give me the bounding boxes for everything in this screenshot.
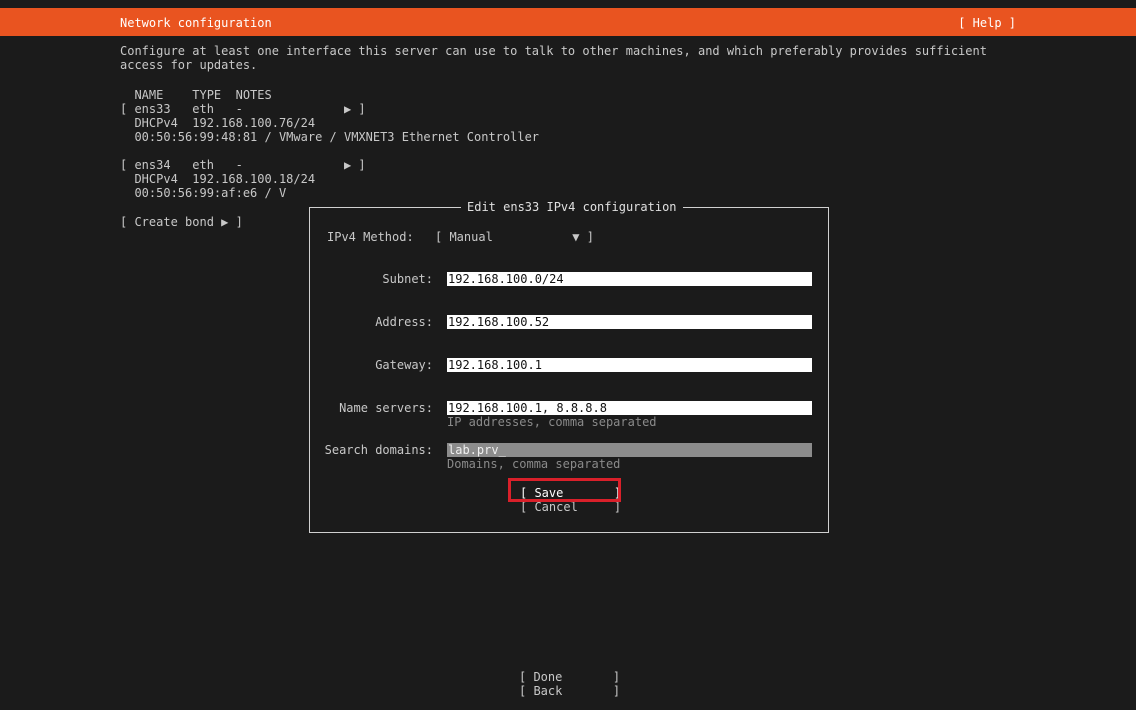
edit-ipv4-dialog: Edit ens33 IPv4 configuration IPv4 Metho… xyxy=(309,200,829,533)
save-button[interactable]: [ Save ] xyxy=(520,486,622,500)
subnet-label: Subnet: xyxy=(382,272,433,286)
installer-screen: Network configuration [ Help ] Configure… xyxy=(0,0,1136,710)
gateway-input[interactable]: 192.168.100.1 xyxy=(447,358,812,372)
intro-text: Configure at least one interface this se… xyxy=(120,44,987,72)
interface-hw-ens34: 00:50:56:99:af:e6 / V xyxy=(120,186,287,200)
header-bar: Network configuration [ Help ] xyxy=(0,8,1136,36)
dialog-title: Edit ens33 IPv4 configuration xyxy=(461,200,683,214)
create-bond-button[interactable]: [ Create bond ▶ ] xyxy=(120,215,243,229)
nameservers-input[interactable]: 192.168.100.1, 8.8.8.8 xyxy=(447,401,812,415)
interface-address-ens34: DHCPv4 192.168.100.18/24 xyxy=(120,172,316,186)
cancel-button[interactable]: [ Cancel ] xyxy=(520,500,621,514)
interface-hw-ens33: 00:50:56:99:48:81 / VMware / VMXNET3 Eth… xyxy=(120,130,540,144)
gateway-label: Gateway: xyxy=(375,358,433,372)
nameservers-hint: IP addresses, comma separated xyxy=(447,415,657,429)
ipv4-method-select[interactable]: [ Manual ▼ ] xyxy=(435,230,594,244)
page-title: Network configuration xyxy=(120,16,272,30)
interface-row-ens33[interactable]: [ ens33 eth - ▶ ] xyxy=(120,102,366,116)
ipv4-method-label: IPv4 Method: xyxy=(327,230,414,244)
address-input[interactable]: 192.168.100.52 xyxy=(447,315,812,329)
search-domains-label: Search domains: xyxy=(324,443,433,457)
done-button[interactable]: [ Done ] xyxy=(519,670,620,684)
search-domains-hint: Domains, comma separated xyxy=(447,457,621,471)
interface-row-ens34[interactable]: [ ens34 eth - ▶ ] xyxy=(120,158,366,172)
subnet-input[interactable]: 192.168.100.0/24 xyxy=(447,272,812,286)
nameservers-label: Name servers: xyxy=(339,401,433,415)
search-domains-input[interactable]: lab.prv_ xyxy=(447,443,812,457)
address-label: Address: xyxy=(375,315,433,329)
back-button[interactable]: [ Back ] xyxy=(519,684,620,698)
interfaces-header: NAME TYPE NOTES xyxy=(120,88,272,102)
help-button[interactable]: [ Help ] xyxy=(958,16,1016,30)
interface-address-ens33: DHCPv4 192.168.100.76/24 xyxy=(120,116,316,130)
